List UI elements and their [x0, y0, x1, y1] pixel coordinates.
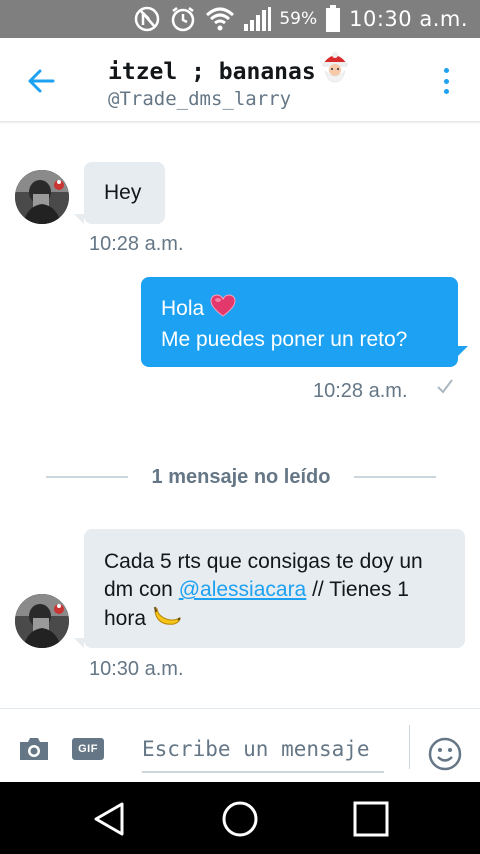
divider-line — [354, 476, 437, 478]
message-bubble-outgoing[interactable]: Hola Me puedes poner un reto? — [141, 277, 458, 367]
wifi-icon — [205, 6, 235, 32]
bubble-tail — [458, 346, 468, 356]
avatar[interactable] — [15, 594, 69, 648]
no-disturb-icon — [133, 5, 161, 33]
emoji-icon[interactable] — [428, 737, 462, 771]
message-bubble-incoming[interactable]: Cada 5 rts que consigas te doy un dm con… — [84, 529, 465, 648]
battery-percent: 59% — [279, 9, 318, 29]
message-input[interactable] — [142, 727, 384, 773]
contact-handle: @Trade_dms_larry — [108, 88, 292, 110]
message-timestamp: 10:28 a.m. — [89, 233, 184, 255]
banana-emoji — [152, 604, 182, 636]
santa-emoji — [318, 51, 352, 89]
nav-recent-apps-icon[interactable] — [352, 800, 390, 838]
contact-name[interactable]: itzel ; bananas — [108, 51, 352, 89]
check-icon — [436, 377, 454, 400]
back-arrow-icon[interactable] — [26, 66, 56, 96]
avatar[interactable] — [15, 170, 69, 224]
unread-label: 1 mensaje no leído — [151, 465, 331, 488]
system-nav-bar — [0, 782, 480, 854]
more-options-icon[interactable] — [436, 66, 456, 96]
message-text: Hey — [104, 181, 142, 204]
battery-icon — [325, 5, 341, 33]
status-time: 10:30 a.m. — [349, 7, 468, 31]
camera-icon[interactable] — [18, 736, 50, 762]
composer-divider — [409, 725, 410, 769]
mention-link[interactable]: @alessiacara — [179, 578, 307, 601]
alarm-icon — [169, 5, 197, 33]
conversation-header: itzel ; bananas @Trade_dms_larry — [0, 38, 480, 122]
gif-button[interactable]: GIF — [72, 738, 104, 760]
message-composer: GIF — [0, 708, 480, 782]
divider-line — [46, 476, 128, 478]
heart-emoji — [210, 294, 236, 326]
message-bubble-incoming[interactable]: Hey — [84, 162, 165, 224]
signal-icon — [243, 6, 272, 32]
nav-home-icon[interactable] — [221, 800, 259, 838]
message-text-line-1: Hola — [161, 297, 205, 320]
message-timestamp: 10:28 a.m. — [313, 380, 408, 402]
bubble-tail — [74, 214, 84, 224]
contact-name-text: itzel ; bananas — [108, 59, 316, 85]
status-bar: 59% 10:30 a.m. — [0, 0, 480, 38]
message-text-line-2: Me puedes poner un reto? — [161, 328, 408, 351]
nav-back-icon[interactable] — [90, 800, 128, 838]
message-timestamp: 10:30 a.m. — [89, 658, 184, 680]
bubble-tail — [74, 638, 84, 648]
unread-divider: 1 mensaje no leído — [46, 462, 437, 492]
